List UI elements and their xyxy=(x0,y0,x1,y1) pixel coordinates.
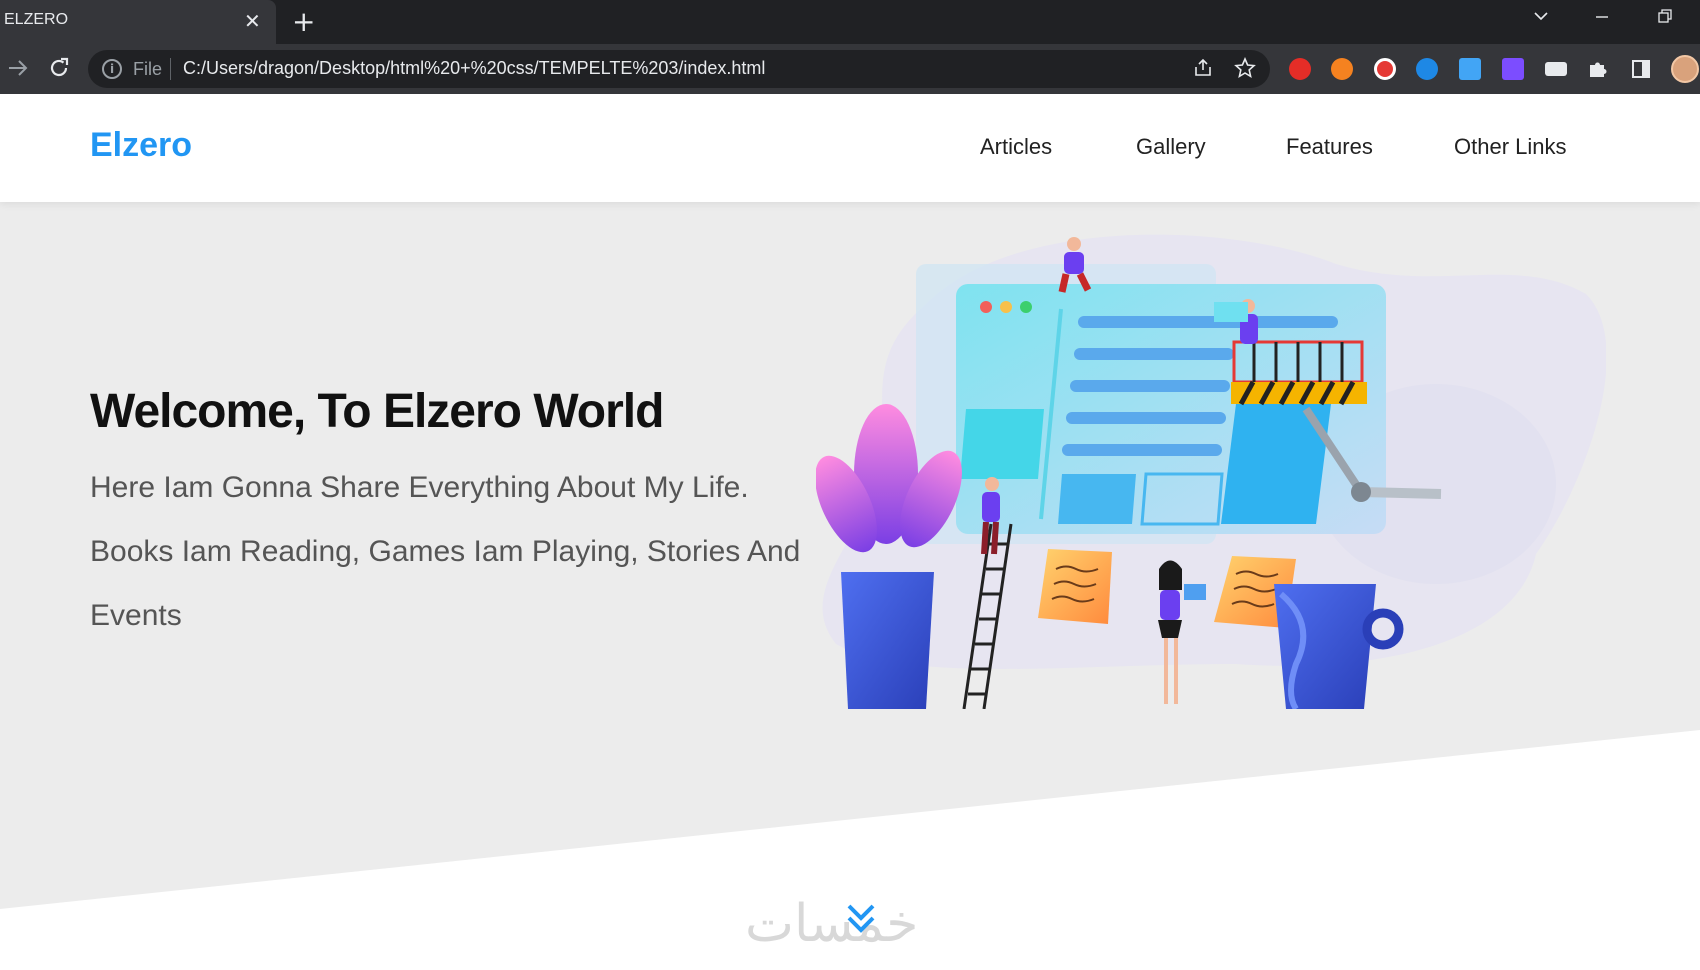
tab-title: ELZERO xyxy=(4,11,69,28)
extension-icon[interactable] xyxy=(1545,62,1567,76)
extension-icon[interactable] xyxy=(1416,58,1438,80)
hero-title: Welcome, To Elzero World xyxy=(90,385,664,438)
hero-description: Here Iam Gonna Share Everything About My… xyxy=(90,471,801,632)
restore-icon[interactable] xyxy=(1657,8,1673,29)
reload-icon[interactable] xyxy=(47,56,71,86)
new-tab-button[interactable]: + xyxy=(292,7,315,37)
puzzle-icon[interactable] xyxy=(1587,58,1609,80)
profile-avatar[interactable] xyxy=(1671,55,1699,83)
share-icon[interactable] xyxy=(1192,57,1214,84)
divider xyxy=(170,58,171,80)
double-chevron-down-icon[interactable] xyxy=(846,902,876,936)
nav-link-other-links[interactable]: Other Links xyxy=(1454,134,1567,160)
side-panel-icon[interactable] xyxy=(1630,58,1652,80)
site-header: Elzero Articles Gallery Features Other L… xyxy=(0,94,1700,202)
forward-icon[interactable] xyxy=(6,56,30,86)
address-bar[interactable]: i File C:/Users/dragon/Desktop/html%20+%… xyxy=(88,50,1270,88)
web-page: Elzero Articles Gallery Features Other L… xyxy=(0,94,1700,970)
extension-icon[interactable] xyxy=(1459,58,1481,80)
nav-link-gallery[interactable]: Gallery xyxy=(1136,134,1206,160)
browser-tab[interactable]: ELZERO ✕ xyxy=(0,0,276,44)
browser-toolbar: i File C:/Users/dragon/Desktop/html%20+%… xyxy=(0,44,1700,94)
extension-icon[interactable] xyxy=(1289,58,1311,80)
nav-link-features[interactable]: Features xyxy=(1286,134,1373,160)
hero-illustration xyxy=(816,234,1606,709)
browser-tabbar: ELZERO ✕ + xyxy=(0,0,1700,44)
chevron-down-icon[interactable] xyxy=(1533,8,1549,29)
watermark: خمسات xyxy=(745,894,919,954)
url-text[interactable]: C:/Users/dragon/Desktop/html%20+%20css/T… xyxy=(183,58,765,79)
nav-link-articles[interactable]: Articles xyxy=(980,134,1052,160)
extension-icon[interactable] xyxy=(1502,58,1524,80)
url-scheme: File xyxy=(133,59,163,79)
extension-icon[interactable] xyxy=(1331,58,1353,80)
bookmark-star-icon[interactable] xyxy=(1234,56,1256,84)
close-tab-icon[interactable]: ✕ xyxy=(244,9,261,33)
extension-icon[interactable] xyxy=(1374,58,1396,80)
info-icon[interactable]: i xyxy=(102,59,122,79)
minimize-icon[interactable] xyxy=(1594,8,1610,29)
site-logo[interactable]: Elzero xyxy=(90,126,192,165)
